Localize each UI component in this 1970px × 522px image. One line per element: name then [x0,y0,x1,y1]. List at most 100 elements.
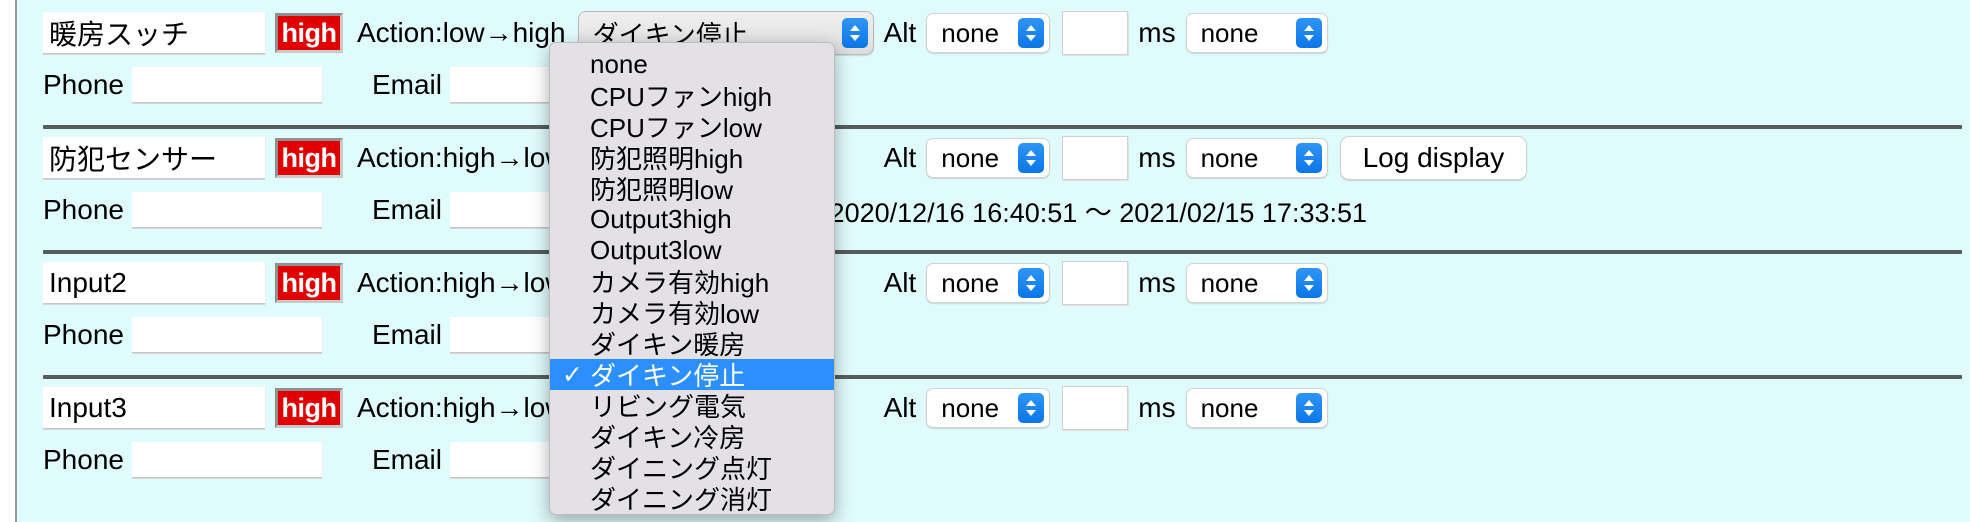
delay-ms-field[interactable] [1062,136,1129,180]
input-row: highAction:high→lowAltnonemsnonePhoneEma… [19,250,1970,375]
dropdown-option[interactable]: Output3high [550,204,834,235]
tail-select[interactable]: none [1185,13,1328,53]
stepper-arrows-icon[interactable] [1295,18,1322,48]
dropdown-option-label: Output3low [590,235,722,265]
tail-select[interactable]: none [1185,263,1328,303]
input-rows-container: highAction:low→highダイキン停止AltnonemsnonePh… [19,0,1970,522]
state-badge: high [275,388,343,428]
log-display-button[interactable]: Log display [1339,136,1528,180]
alt-label: Alt [883,392,917,423]
stepper-arrows-icon[interactable] [1018,143,1045,173]
phone-label: Phone [43,319,124,350]
alt-select[interactable]: none [926,13,1051,53]
state-badge: high [275,263,343,303]
dropdown-option-label: Output3high [590,204,732,234]
phone-label: Phone [43,194,124,225]
tail-select-value: none [1200,392,1259,423]
alt-select[interactable]: none [926,263,1051,303]
dropdown-option-label: 防犯照明low [590,175,734,205]
dropdown-option[interactable]: Output3low [550,235,834,266]
delay-ms-field[interactable] [1062,261,1129,305]
stepper-arrows-icon[interactable] [1295,268,1322,298]
dropdown-option[interactable]: リビング電気 [550,390,834,422]
tail-select[interactable]: none [1185,388,1328,428]
alt-select[interactable]: none [926,388,1051,428]
delay-ms-field[interactable] [1062,11,1129,55]
dropdown-option[interactable]: ✓ ダイキン停止 [550,359,834,391]
input-name-field[interactable] [43,262,265,304]
settings-panel: highAction:low→highダイキン停止AltnonemsnonePh… [0,0,1970,522]
row-contact-line: PhoneEmailCount:2020/12/16 16:40:51 〜 20… [19,185,1970,235]
email-label: Email [371,319,442,350]
alt-label: Alt [883,17,917,48]
action-label: Action:high→low [357,267,566,298]
email-label: Email [371,194,442,225]
dropdown-option[interactable]: ダイキン暖房 [550,328,834,360]
input-name-field[interactable] [43,387,265,429]
alt-select[interactable]: none [926,138,1051,178]
input-row: highAction:high→lowAltnonemsnonePhoneEma… [19,375,1970,500]
phone-field[interactable] [131,317,322,353]
dropdown-option[interactable]: 防犯照明low [550,173,834,205]
dropdown-option-label: ダイニング消灯 [590,485,773,515]
state-badge: high [275,138,343,178]
tail-select-value: none [1200,17,1259,48]
row-divider [43,250,1962,254]
row-contact-line: Phone Email [19,435,1970,485]
phone-field[interactable] [131,67,322,103]
tail-select[interactable]: none [1185,138,1328,178]
dropdown-option[interactable]: ダイキン冷房 [550,421,834,453]
row-primary-line: highAction:high→lowAltnonemsnoneLog disp… [19,131,1970,185]
stepper-arrows-icon[interactable] [1018,18,1045,48]
action-label: Action:low→high [357,17,566,48]
input-name-field[interactable] [43,137,265,179]
ms-unit-label: ms [1138,142,1176,173]
tail-select-value: none [1200,267,1259,298]
row-divider [43,125,1962,129]
ms-unit-label: ms [1138,267,1176,298]
dropdown-option[interactable]: none [550,49,834,80]
dropdown-option[interactable]: CPUファンhigh [550,80,834,112]
row-divider [43,375,1962,379]
dropdown-option[interactable]: カメラ有効high [550,266,834,298]
stepper-arrows-icon[interactable] [1295,393,1322,423]
email-label: Email [371,444,442,475]
alt-select-value: none [941,142,1000,173]
phone-label: Phone [43,69,124,100]
stepper-arrows-icon[interactable] [1018,268,1045,298]
tail-select-value: none [1200,142,1259,173]
action-label: Action:high→low [357,392,566,423]
alt-label: Alt [883,267,917,298]
phone-field[interactable] [131,442,322,478]
dropdown-option[interactable]: 防犯照明high [550,142,834,174]
dropdown-option[interactable]: CPUファンlow [550,111,834,143]
input-name-field[interactable] [43,12,265,54]
alt-select-value: none [941,392,1000,423]
input-row: highAction:high→lowAltnonemsnoneLog disp… [19,125,1970,250]
dropdown-option[interactable]: カメラ有効low [550,297,834,329]
row-contact-line: Phone Email [19,310,1970,360]
alt-label: Alt [883,142,917,173]
action-label: Action:high→low [357,142,566,173]
row-primary-line: highAction:low→highダイキン停止Altnonemsnone [19,6,1970,60]
email-label: Email [371,69,442,100]
alt-select-value: none [941,267,1000,298]
log-range-text: 2020/12/16 16:40:51 〜 2021/02/15 17:33:5… [829,197,1368,228]
input-row: highAction:low→highダイキン停止AltnonemsnonePh… [19,0,1970,125]
stepper-arrows-icon[interactable] [1295,143,1322,173]
stepper-arrows-icon[interactable] [1018,393,1045,423]
stepper-arrows-icon[interactable] [841,18,868,48]
delay-ms-field[interactable] [1062,386,1129,430]
left-gutter [0,0,17,522]
ms-unit-label: ms [1138,392,1176,423]
dropdown-option[interactable]: ダイニング点灯 [550,452,834,484]
alt-select-value: none [941,17,1000,48]
dropdown-option[interactable]: ダイニング消灯 [550,483,834,514]
phone-label: Phone [43,444,124,475]
ms-unit-label: ms [1138,17,1176,48]
action-dropdown-popup[interactable]: none CPUファンhigh CPUファンlow 防犯照明high 防犯照明low Ou… [549,42,835,515]
state-badge: high [275,13,343,53]
row-primary-line: highAction:high→lowAltnonemsnone [19,256,1970,310]
phone-field[interactable] [131,192,322,228]
check-icon: ✓ [562,360,583,389]
